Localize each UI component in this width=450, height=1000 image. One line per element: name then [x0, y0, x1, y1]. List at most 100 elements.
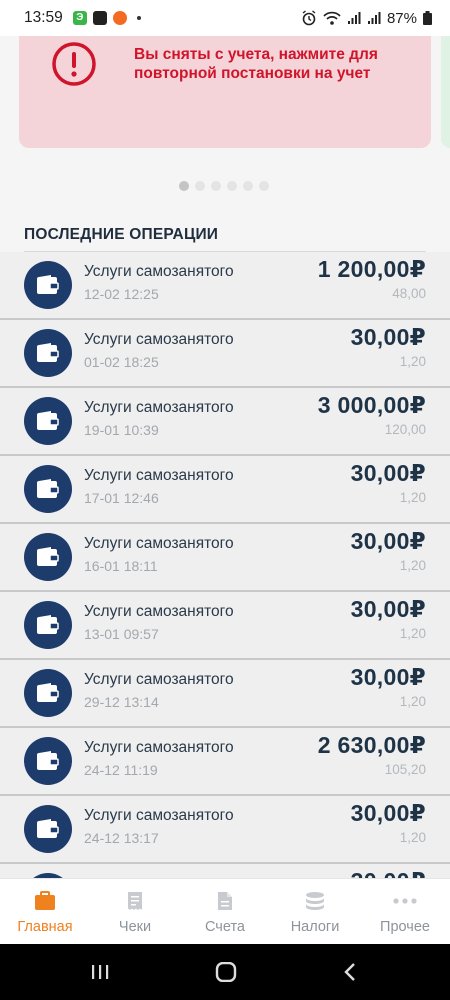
operation-tax: 1,20 [399, 558, 426, 573]
operation-tax: 1,20 [399, 830, 426, 845]
signal-icon [347, 12, 361, 24]
operation-amount: 30,00₽ [350, 528, 426, 554]
nav-label: Налоги [290, 919, 340, 935]
operation-title: Услуги самозанятого [84, 399, 234, 416]
signal-icon [367, 12, 381, 24]
wallet-icon [24, 329, 72, 377]
carousel-pager [179, 181, 269, 191]
operation-date: 13-01 09:57 [84, 626, 159, 642]
status-bar: 13:59 Э 87% [0, 0, 450, 36]
operation-title: Услуги самозанятого [84, 331, 234, 348]
pager-dot[interactable] [227, 181, 237, 191]
nav-taxes[interactable]: Налоги [270, 879, 360, 945]
operation-amount: 3 000,00₽ [317, 392, 426, 418]
nav-label: Главная [17, 919, 73, 935]
operation-amount: 30,00₽ [350, 460, 426, 486]
operation-amount: 30,00₽ [350, 324, 426, 350]
operation-tax: 120,00 [384, 422, 426, 437]
back-icon[interactable] [343, 962, 357, 982]
app-notification-icon [112, 11, 127, 25]
nav-invoices[interactable]: Счета [180, 879, 270, 945]
operation-amount: 30,00₽ [350, 596, 426, 622]
operation-tax: 1,20 [399, 694, 426, 709]
list-item[interactable]: Услуги самозанятого 16-01 18:11 30,00₽ 1… [0, 524, 450, 592]
operation-title: Услуги самозанятого [84, 671, 234, 688]
operation-title: Услуги самозанятого [84, 535, 234, 552]
operation-amount: 1 200,00₽ [317, 256, 426, 282]
operation-title: Услуги самозанятого [84, 739, 234, 756]
document-icon [218, 892, 232, 910]
operation-amount: 30,00₽ [350, 664, 426, 690]
operation-date: 24-12 11:19 [84, 762, 158, 778]
operation-amount: 2 630,00₽ [317, 732, 426, 758]
list-item[interactable]: Услуги самозанятого 01-02 18:25 30,00₽ 1… [0, 320, 450, 388]
system-nav-bar [0, 944, 450, 1000]
deregistration-alert-card[interactable]: Вы сняты с учета, нажмите для повторной … [19, 36, 431, 148]
exclamation-circle-icon [52, 42, 96, 86]
nav-label: Прочее [380, 919, 430, 935]
operation-title: Услуги самозанятого [84, 263, 234, 280]
wallet-icon [24, 397, 72, 445]
operation-date: 24-12 13:17 [84, 830, 159, 846]
more-notifications-icon [136, 16, 141, 20]
wifi-icon [323, 11, 341, 25]
list-item[interactable]: 30,00₽ [0, 864, 450, 878]
alarm-icon [302, 10, 316, 26]
status-time: 13:59 [24, 9, 63, 26]
briefcase-icon [35, 891, 55, 910]
nav-more[interactable]: Прочее [360, 879, 450, 945]
app-notification-icon [92, 11, 107, 25]
list-item[interactable]: Услуги самозанятого 24-12 11:19 2 630,00… [0, 728, 450, 796]
operation-title: Услуги самозанятого [84, 467, 234, 484]
wallet-icon [24, 261, 72, 309]
nav-receipts[interactable]: Чеки [90, 879, 180, 945]
coins-icon [306, 892, 324, 910]
pager-dot[interactable] [195, 181, 205, 191]
nav-label: Счета [205, 919, 245, 935]
list-item[interactable]: Услуги самозанятого 13-01 09:57 30,00₽ 1… [0, 592, 450, 660]
operation-title: Услуги самозанятого [84, 603, 234, 620]
operation-tax: 48,00 [392, 286, 426, 301]
pager-dot[interactable] [259, 181, 269, 191]
list-item[interactable]: Услуги самозанятого 12-02 12:25 1 200,00… [0, 252, 450, 320]
more-icon [393, 898, 417, 904]
battery-icon [423, 11, 432, 25]
home-icon[interactable] [215, 962, 237, 982]
operation-tax: 1,20 [399, 626, 426, 641]
receipt-icon [128, 892, 142, 910]
status-right: 87% [301, 0, 432, 36]
alert-message: Вы сняты с учета, нажмите для повторной … [134, 46, 378, 82]
battery-percent: 87% [386, 9, 417, 27]
operation-title: Услуги самозанятого [84, 807, 234, 824]
wallet-icon [24, 601, 72, 649]
app-notification-icon: Э [72, 11, 87, 25]
operation-amount: 30,00₽ [350, 800, 426, 826]
list-item[interactable]: Услуги самозанятого 19-01 10:39 3 000,00… [0, 388, 450, 456]
section-title: ПОСЛЕДНИЕ ОПЕРАЦИИ [24, 226, 426, 252]
operation-tax: 1,20 [399, 354, 426, 369]
list-item[interactable]: Услуги самозанятого 24-12 13:17 30,00₽ 1… [0, 796, 450, 864]
nav-home[interactable]: Главная [0, 879, 90, 945]
operation-date: 29-12 13:14 [84, 694, 159, 710]
wallet-icon [24, 805, 72, 853]
nav-label: Чеки [118, 919, 152, 935]
wallet-icon [24, 465, 72, 513]
operation-date: 19-01 10:39 [84, 422, 159, 438]
operation-date: 17-01 12:46 [84, 490, 159, 506]
operation-date: 12-02 12:25 [84, 286, 159, 302]
operation-date: 16-01 18:11 [84, 558, 158, 574]
bottom-nav: Главная Чеки Счета Налоги Прочее [0, 878, 450, 945]
next-card-peek[interactable] [441, 36, 450, 148]
recents-icon[interactable] [90, 962, 110, 982]
wallet-icon [24, 533, 72, 581]
operation-amount: 30,00₽ [351, 868, 426, 878]
operation-tax: 1,20 [399, 490, 426, 505]
pager-dot[interactable] [179, 181, 189, 191]
pager-dot[interactable] [243, 181, 253, 191]
pager-dot[interactable] [211, 181, 221, 191]
list-item[interactable]: Услуги самозанятого 17-01 12:46 30,00₽ 1… [0, 456, 450, 524]
operation-tax: 105,20 [384, 762, 426, 777]
operations-list[interactable]: Услуги самозанятого 12-02 12:25 1 200,00… [0, 252, 450, 878]
list-item[interactable]: Услуги самозанятого 29-12 13:14 30,00₽ 1… [0, 660, 450, 728]
wallet-icon [24, 737, 72, 785]
